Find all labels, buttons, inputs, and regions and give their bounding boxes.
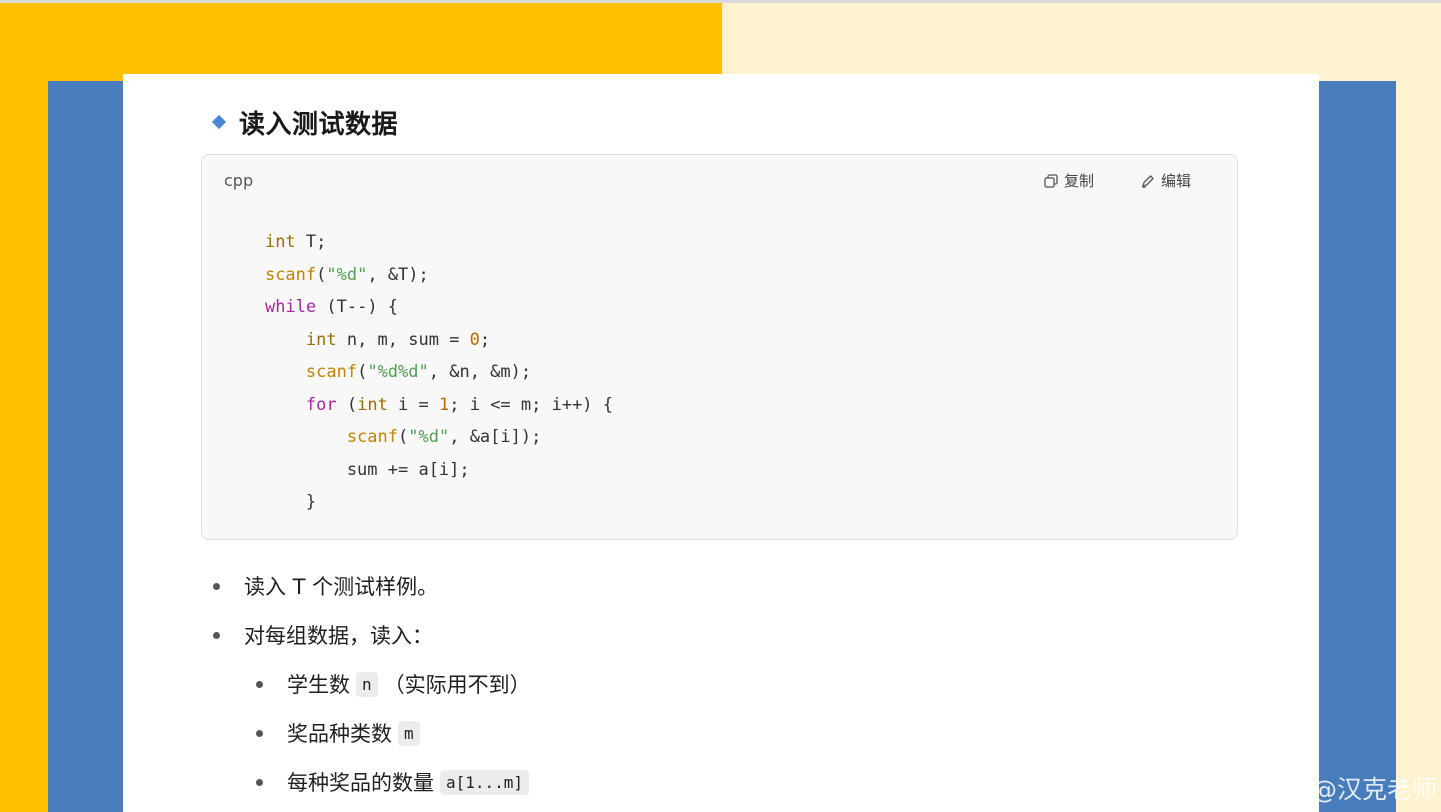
bullet-icon [213, 582, 220, 590]
bullet-icon [256, 680, 263, 688]
copy-button[interactable]: 复制 [1044, 170, 1094, 191]
list-item: 对每组数据，读入： [213, 618, 433, 652]
edit-button[interactable]: 编辑 [1141, 170, 1191, 191]
code-line: while (T--) { [264, 297, 399, 317]
inline-code: n [356, 671, 378, 697]
code-line: } [224, 492, 317, 512]
list-item-suffix: （实际用不到） [383, 673, 531, 697]
code-line: scanf("%d", &a[i]); [346, 427, 542, 447]
bullet-icon [256, 778, 263, 786]
code-language-label: cpp [224, 171, 254, 190]
heading-text: 读入测试数据 [239, 109, 399, 140]
sub-list-item: 每种奖品的数量 a[1...m] [256, 765, 535, 799]
copy-label: 复制 [1064, 172, 1095, 190]
sub-list-item: 学生数 n （实际用不到） [256, 667, 531, 701]
list-item-text: 读入 T 个测试样例。 [244, 575, 439, 599]
code-line: scanf("%d%d", &n, &m); [305, 362, 532, 382]
inline-code: m [398, 720, 420, 746]
code-line: int n, m, sum = 0; [305, 329, 491, 350]
edit-label: 编辑 [1161, 172, 1192, 190]
list-item: 读入 T 个测试样例。 [213, 569, 438, 603]
code-line: scanf("%d", &T); [264, 264, 429, 285]
content-page: 读入测试数据 cpp 复制 编辑 int T; scanf("%d", &T);… [123, 74, 1319, 812]
list-item-text: 学生数 [287, 673, 350, 697]
bullet-icon [256, 729, 263, 737]
watermark: CSDN @汉克老师 [1232, 775, 1437, 804]
code-line: int T; [264, 232, 327, 252]
list-item-text: 对每组数据，读入： [244, 624, 433, 648]
diamond-bullet-icon [211, 114, 227, 130]
list-item-text: 奖品种类数 [287, 722, 392, 746]
sub-list-item: 奖品种类数 m [256, 716, 426, 750]
code-line: for (int i = 1; i <= m; i++) { [305, 394, 614, 415]
copy-icon [1044, 173, 1058, 188]
bullet-icon [213, 631, 220, 639]
list-item-text: 每种奖品的数量 [287, 771, 434, 795]
code-block: cpp 复制 编辑 int T; scanf("%d", &T); while … [201, 154, 1238, 540]
code-content: int T; scanf("%d", &T); while (T--) { in… [224, 226, 613, 519]
section-heading: 读入测试数据 [211, 104, 398, 140]
inline-code: a[1...m] [440, 769, 530, 795]
code-line: sum += a[i]; [224, 459, 470, 480]
edit-icon [1142, 174, 1154, 188]
